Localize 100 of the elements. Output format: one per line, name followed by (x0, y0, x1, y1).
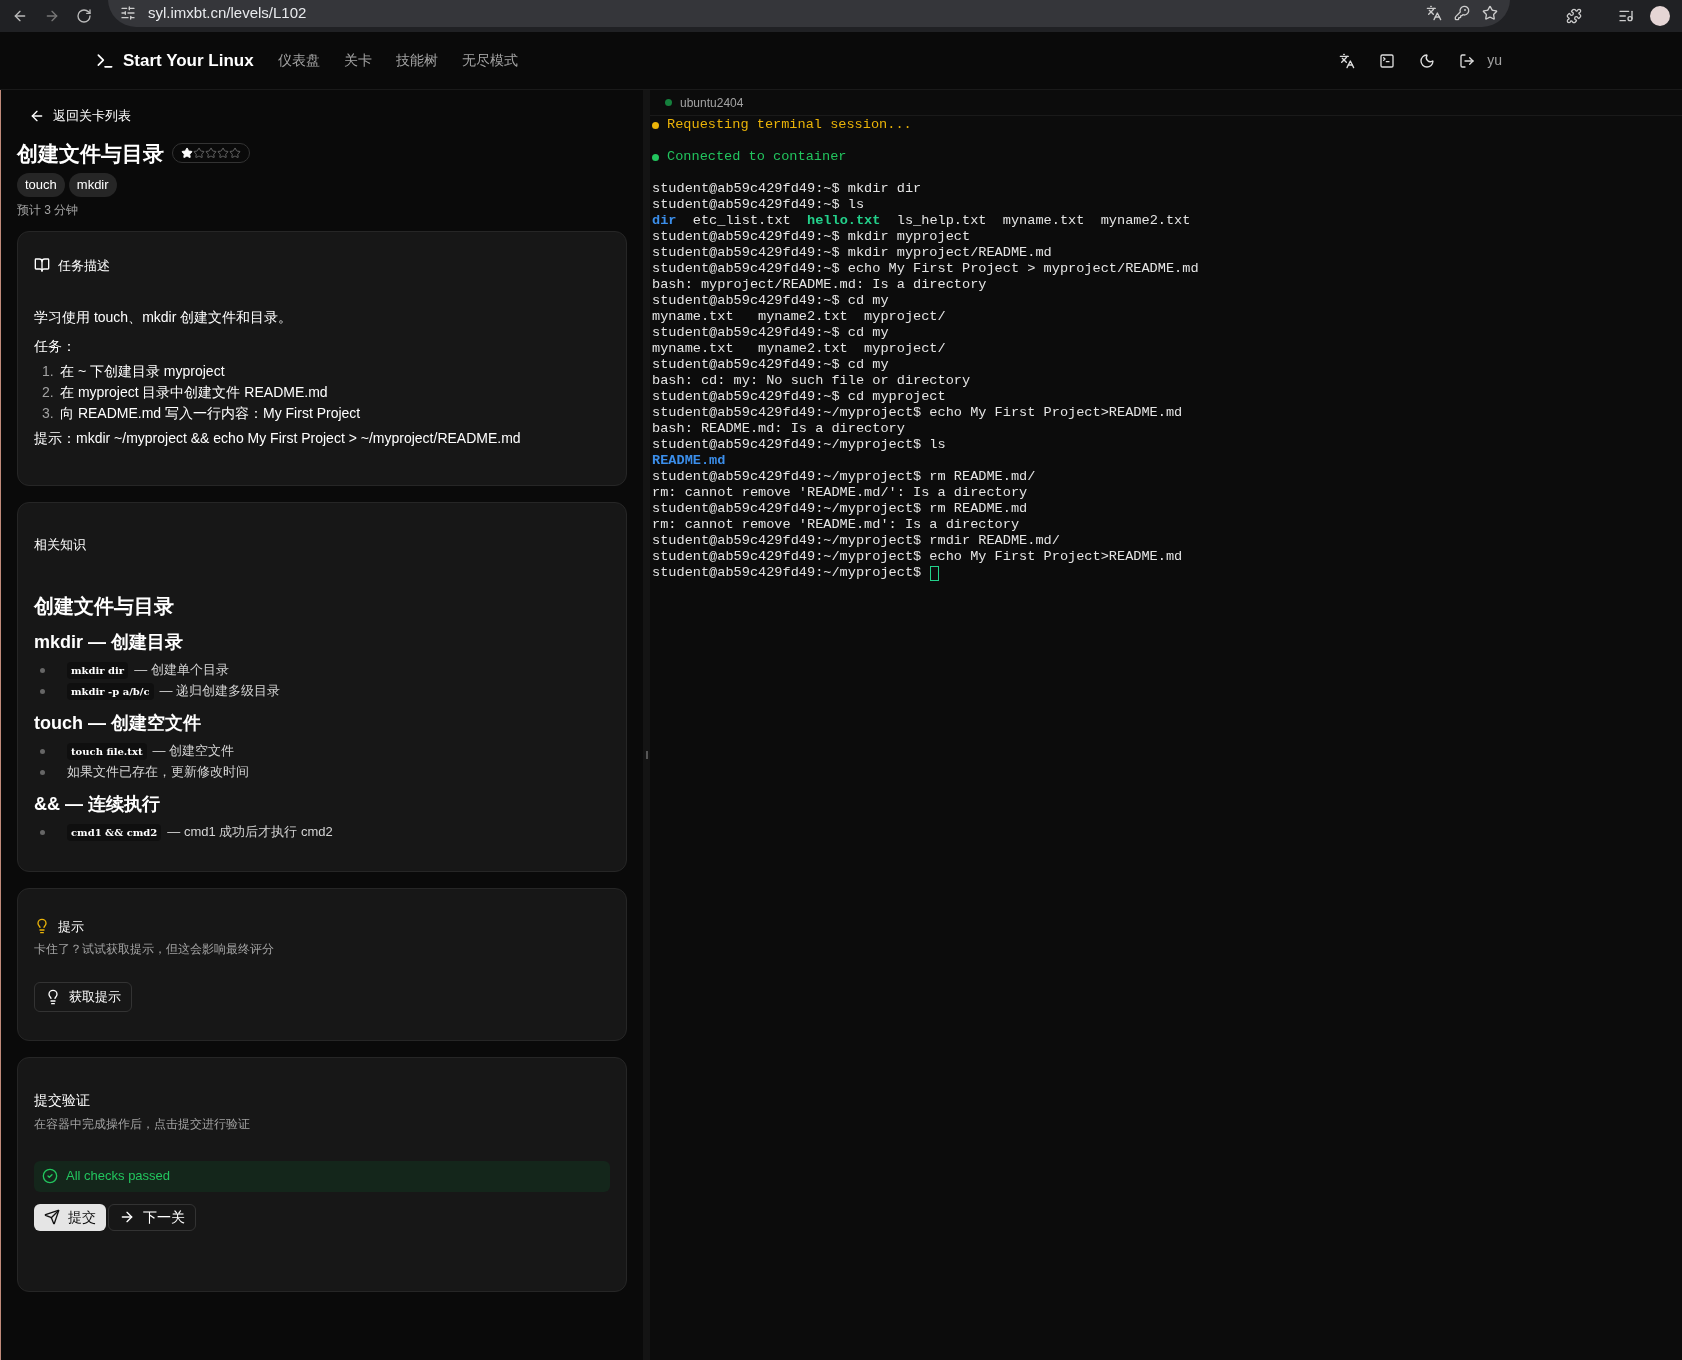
list-text: — 创建空文件 (152, 742, 235, 761)
list-text: — 递归创建多级目录 (159, 682, 281, 701)
star-icon (181, 147, 193, 160)
terminal-line: student@ab59c429fd49:~$ cd my (652, 355, 889, 374)
hint-note: 卡住了？试试获取提示，但这会影响最终评分 (34, 941, 275, 958)
terminal-line: rm: cannot remove 'README.md': Is a directory (652, 515, 1020, 534)
bookmark-icon[interactable] (1482, 5, 1498, 21)
terminal-line: bash: cd: my: No such file or directory (652, 371, 971, 390)
terminal-line: student@ab59c429fd49:~/myproject$ echo My First Project>README.md (652, 403, 1183, 422)
terminal-line: student@ab59c429fd49:~$ cd my (652, 323, 889, 342)
nav-link[interactable]: 仪表盘 (277, 50, 320, 71)
theme-icon[interactable] (1419, 52, 1436, 69)
task-label: 任务： (34, 337, 77, 356)
level-title: 创建文件与目录 (17, 140, 164, 167)
terminal-line: student@ab59c429fd49:~/myproject$ rmdir README.md/ (652, 531, 1060, 550)
reload-icon[interactable] (76, 8, 92, 24)
nav-link[interactable]: 无尽模式 (461, 50, 518, 71)
forward-icon[interactable] (44, 8, 60, 24)
terminal-line: etc_list.txt (691, 211, 792, 230)
terminal-line: student@ab59c429fd49:~/myproject$ rm README.md/ (652, 467, 1036, 486)
bullet-icon (40, 748, 45, 754)
task-hint: 提示：mkdir ~/myproject && echo My First Project > ~/myproject/README.md (34, 429, 522, 448)
star-icon (193, 147, 205, 160)
terminal-line: bash: myproject/README.md: Is a directory (652, 275, 987, 294)
card-title: 提示 (58, 917, 84, 936)
url-text: syl.imxbt.cn/levels/L102 (148, 2, 307, 23)
terminal-line: student@ab59c429fd49:~/myproject$ ls (652, 435, 946, 454)
terminal-icon[interactable] (1379, 52, 1396, 69)
back-icon[interactable] (12, 8, 28, 24)
translate-icon[interactable] (1426, 5, 1442, 21)
back-link[interactable]: 返回关卡列表 (29, 106, 627, 126)
site-settings-icon[interactable] (120, 5, 136, 21)
check-circle-icon (42, 1168, 58, 1184)
terminal-file-name: dir (652, 211, 677, 230)
submit-note: 在容器中完成操作后，点击提交进行验证 (34, 1115, 251, 1133)
brand-name[interactable]: Start Your Linux (123, 47, 254, 74)
resize-handle[interactable] (645, 751, 648, 759)
star-icon (229, 147, 241, 160)
terminal-line: student@ab59c429fd49:~$ ls (652, 195, 865, 214)
tag: mkdir (68, 173, 117, 197)
tag: touch (17, 173, 65, 197)
bullet-icon (40, 688, 45, 694)
section-heading: mkdir — 创建目录 (34, 630, 185, 654)
language-icon[interactable] (1339, 52, 1356, 69)
terminal-line: myname.txt myname2.txt myproject/ (652, 339, 946, 358)
user-name[interactable]: yu (1487, 50, 1502, 71)
lightbulb-icon (45, 988, 61, 1005)
lightbulb-icon (34, 918, 50, 935)
address-bar[interactable]: syl.imxbt.cn/levels/L102 (108, 0, 1510, 27)
terminal-file-name: README.md (652, 451, 726, 470)
terminal-line: Requesting terminal session... (667, 115, 912, 134)
nav-link[interactable]: 关卡 (343, 50, 372, 71)
terminal-line: student@ab59c429fd49:~$ mkdir dir (652, 179, 922, 198)
terminal-line: bash: README.md: Is a directory (652, 419, 905, 438)
code-snippet: cmd1 && cmd2 (67, 823, 162, 841)
submit-button[interactable]: 提交 (34, 1203, 106, 1231)
task-step: 在 myproject 目录中创建文件 README.md (60, 382, 328, 403)
nav-link[interactable]: 技能树 (395, 50, 438, 71)
terminal-line: student@ab59c429fd49:~/myproject$ (652, 563, 922, 582)
knowledge-title: 创建文件与目录 (34, 593, 175, 619)
code-snippet: mkdir -p a/b/c (67, 682, 154, 700)
terminal-line: ls_help.txt myname.txt myname2.txt (895, 211, 1191, 230)
host-name: ubuntu2404 (680, 94, 744, 112)
media-icon[interactable] (1618, 8, 1634, 24)
star-icon (217, 147, 229, 160)
task-step: 在 ~ 下创建目录 myproject (60, 361, 225, 382)
avatar[interactable] (1650, 6, 1670, 26)
task-step: 向 README.md 写入一行内容：My First Project (60, 403, 361, 424)
terminal-line: student@ab59c429fd49:~$ mkdir myproject/README.md (652, 243, 1052, 262)
send-icon (44, 1209, 60, 1225)
time-estimate: 预计 3 分钟 (17, 201, 80, 219)
bullet-icon (40, 667, 45, 673)
terminal-line: student@ab59c429fd49:~$ cd myproject (652, 387, 946, 406)
step-number: 2. (42, 383, 55, 402)
result-text: All checks passed (66, 1167, 171, 1186)
step-number: 3. (42, 404, 55, 423)
terminal-line: student@ab59c429fd49:~/myproject$ echo My First Project>README.md (652, 547, 1183, 566)
card-title: 任务描述 (58, 256, 110, 275)
extensions-icon[interactable] (1566, 8, 1582, 24)
book-icon (34, 257, 50, 274)
section-heading: && — 连续执行 (34, 792, 161, 816)
next-level-button[interactable]: 下一关 (108, 1203, 196, 1231)
star-icon (205, 147, 217, 160)
list-text: 如果文件已存在，更新修改时间 (67, 763, 249, 782)
bullet-icon (40, 829, 45, 835)
bullet-icon (40, 769, 45, 775)
get-hint-button[interactable]: 获取提示 (34, 982, 132, 1012)
card-title: 相关知识 (34, 536, 87, 554)
list-text: — cmd1 成功后才执行 cmd2 (167, 823, 333, 842)
terminal-line: student@ab59c429fd49:~$ mkdir myproject (652, 227, 971, 246)
list-text: — 创建单个目录 (134, 661, 229, 680)
key-icon[interactable] (1454, 5, 1470, 21)
step-number: 1. (42, 362, 55, 381)
terminal-line: student@ab59c429fd49:~$ cd my (652, 291, 889, 310)
logout-icon[interactable] (1459, 52, 1476, 69)
terminal-line: student@ab59c429fd49:~/myproject$ rm README.md (652, 499, 1028, 518)
terminal-line: student@ab59c429fd49:~$ echo My First Project > myproject/README.md (652, 259, 1199, 278)
section-heading: touch — 创建空文件 (34, 711, 202, 735)
terminal-line: Connected to container (667, 147, 847, 166)
task-intro: 学习使用 touch、mkdir 创建文件和目录。 (34, 308, 294, 327)
